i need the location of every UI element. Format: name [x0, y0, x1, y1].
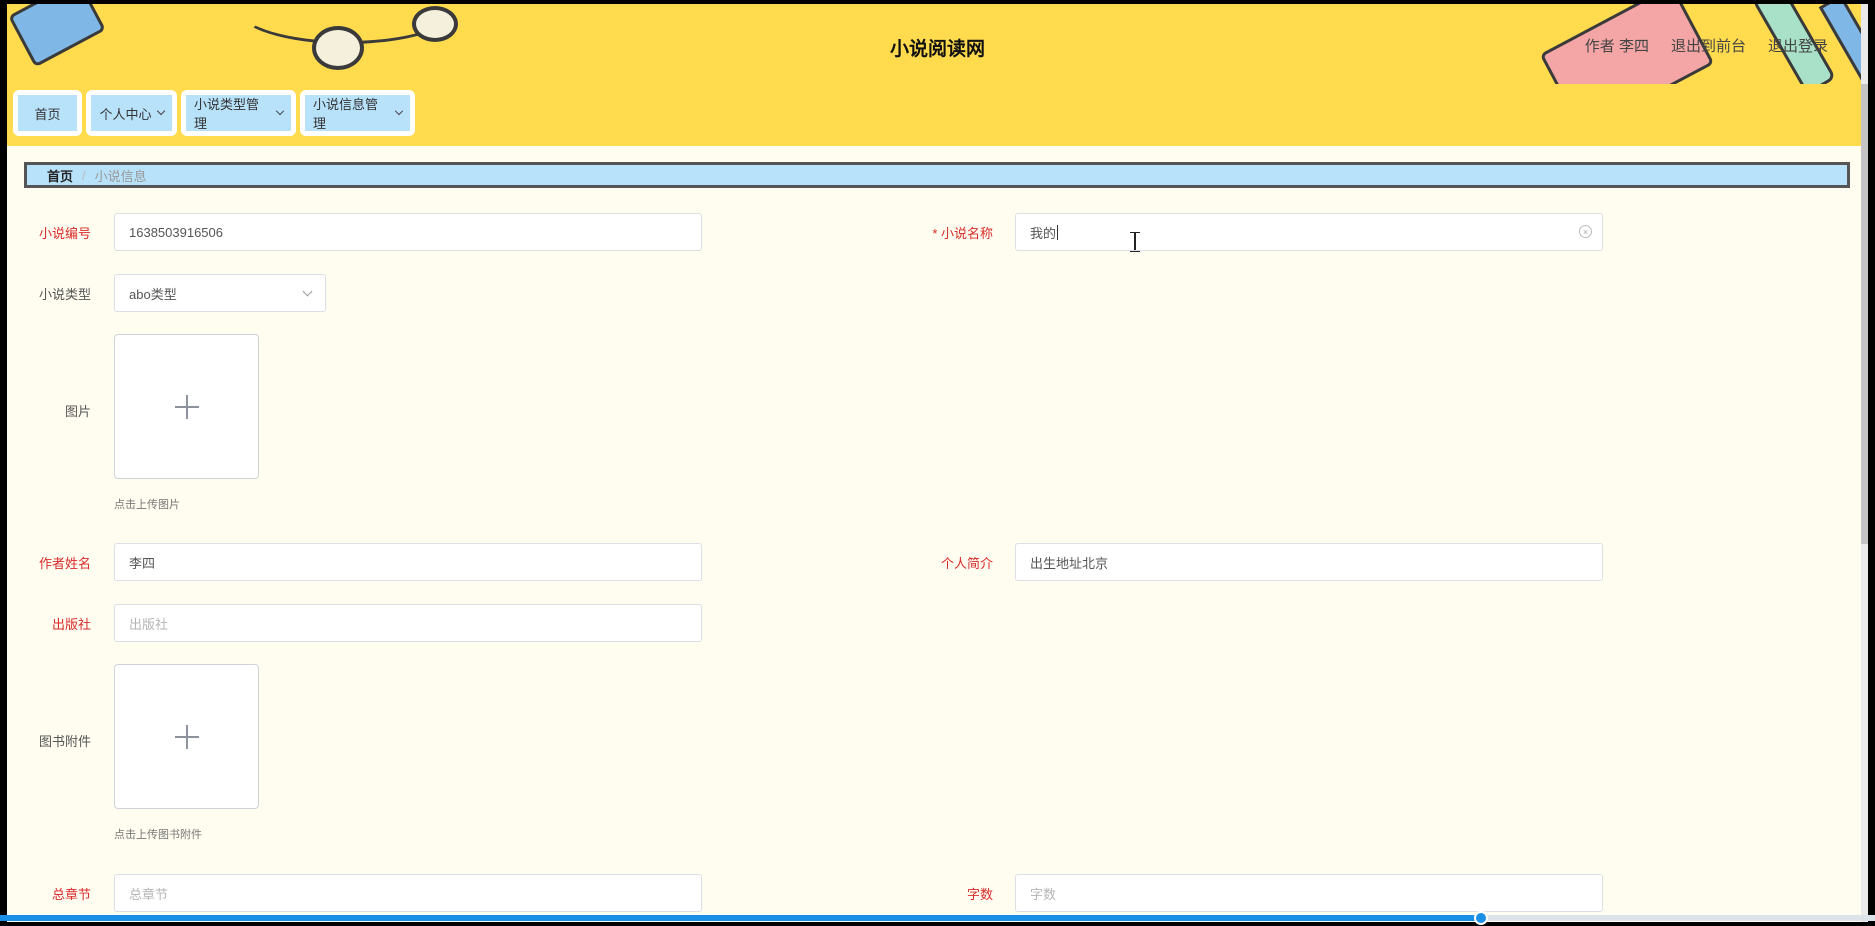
user-menu: 作者 李四 退出到前台 退出登录	[1585, 35, 1828, 56]
scrollbar-thumb[interactable]	[1861, 84, 1868, 544]
publisher-label: 出版社	[51, 617, 91, 632]
nav-home[interactable]: 首页	[13, 90, 82, 136]
novel-type-value: abo类型	[129, 286, 177, 302]
video-progress-bar[interactable]	[0, 911, 1875, 925]
novel-no-input[interactable]: 1638503916506	[114, 213, 702, 251]
publisher-placeholder: 出版社	[129, 616, 169, 632]
nav-type-management-label: 小说类型管理	[194, 97, 260, 131]
profile-input[interactable]: 出生地址北京	[1015, 543, 1603, 581]
attachment-label: 图书附件	[38, 734, 91, 749]
text-cursor	[1057, 224, 1059, 240]
text-cursor-pointer	[1130, 232, 1140, 252]
nav-personal-center[interactable]: 个人中心	[86, 90, 177, 136]
vertical-scrollbar[interactable]	[1861, 4, 1868, 922]
image-label: 图片	[64, 404, 91, 419]
novel-no-label: 小说编号	[38, 226, 91, 241]
video-progress-knob[interactable]	[1474, 911, 1489, 925]
chapters-label: 总章节	[51, 887, 91, 902]
novel-type-select[interactable]: abo类型	[114, 274, 326, 312]
chevron-down-icon	[156, 106, 165, 116]
chevron-down-icon	[302, 286, 313, 297]
attachment-uploader[interactable]	[114, 664, 259, 809]
main-nav: 首页 个人中心 小说类型管理 小说信息管理	[7, 84, 1868, 146]
image-uploader[interactable]	[114, 334, 259, 479]
author-name-label: 作者姓名	[38, 556, 91, 571]
word-count-label: 字数	[966, 887, 993, 902]
novel-no-value: 1638503916506	[129, 224, 223, 240]
word-count-placeholder: 字数	[1030, 886, 1057, 902]
novel-type-label: 小说类型	[38, 287, 91, 302]
breadcrumb: 首页 / 小说信息	[24, 162, 1850, 188]
nav-info-management-label: 小说信息管理	[313, 97, 379, 131]
chevron-down-icon	[394, 106, 404, 116]
novel-name-input[interactable]: 我的 ×	[1015, 213, 1603, 251]
video-progress-fill	[0, 915, 1482, 921]
breadcrumb-home[interactable]: 首页	[47, 166, 73, 185]
logout-link[interactable]: 退出登录	[1768, 35, 1828, 56]
chapters-placeholder: 总章节	[129, 886, 169, 902]
author-name-value: 李四	[129, 555, 156, 571]
current-user-label: 作者 李四	[1584, 38, 1649, 55]
header: 小说阅读网 作者 李四 退出到前台 退出登录	[7, 4, 1868, 84]
profile-label: 个人简介	[940, 556, 993, 571]
exit-to-front-link[interactable]: 退出到前台	[1671, 35, 1746, 56]
plus-icon	[174, 394, 199, 419]
profile-value: 出生地址北京	[1030, 555, 1109, 571]
author-name-input[interactable]: 李四	[114, 543, 702, 581]
breadcrumb-current: 小说信息	[94, 168, 147, 184]
plus-icon	[174, 724, 199, 749]
clear-icon[interactable]: ×	[1579, 225, 1592, 238]
app-window: 小说阅读网 作者 李四 退出到前台 退出登录 首页 个人中心 小说类型管理 小说…	[7, 4, 1868, 922]
nav-type-management[interactable]: 小说类型管理	[181, 90, 296, 136]
chapters-input[interactable]: 总章节	[114, 874, 702, 912]
breadcrumb-separator: /	[82, 167, 86, 183]
publisher-input[interactable]: 出版社	[114, 604, 702, 642]
chevron-down-icon	[275, 106, 285, 116]
attachment-upload-tip: 点击上传图书附件	[114, 829, 202, 841]
nav-home-label: 首页	[34, 106, 61, 122]
novel-name-label: * 小说名称	[932, 226, 993, 241]
image-upload-tip: 点击上传图片	[114, 499, 180, 511]
nav-info-management[interactable]: 小说信息管理	[300, 90, 415, 136]
word-count-input[interactable]: 字数	[1015, 874, 1603, 912]
nav-personal-center-label: 个人中心	[99, 106, 152, 122]
novel-name-value: 我的	[1030, 225, 1057, 241]
